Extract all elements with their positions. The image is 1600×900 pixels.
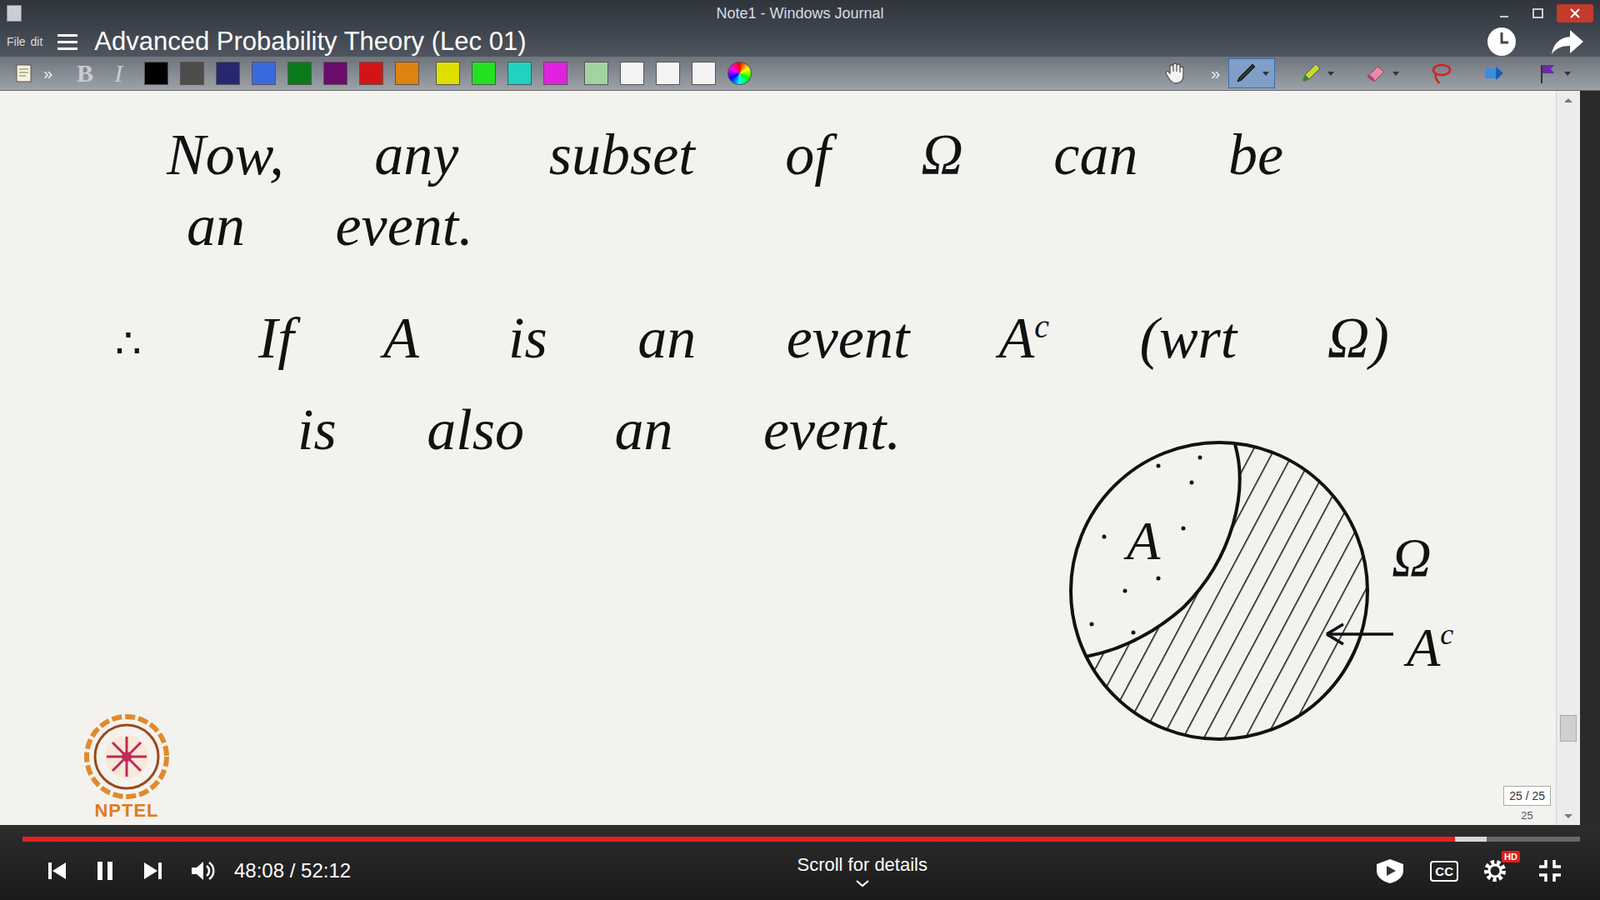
svg-text:A: A — [1123, 510, 1161, 571]
color-swatch[interactable] — [251, 61, 276, 85]
highlighter-icon — [1299, 61, 1323, 85]
color-swatch[interactable] — [435, 61, 460, 85]
new-note-icon[interactable] — [13, 62, 35, 85]
vertical-scrollbar[interactable] — [1555, 90, 1580, 825]
color-swatch[interactable] — [655, 61, 680, 85]
restore-icon[interactable] — [1523, 4, 1552, 23]
quality-badge: HD — [1501, 850, 1520, 863]
handwritten-line: Now, any subset of Ω can be — [0, 122, 1556, 187]
progress-bar[interactable] — [22, 836, 1580, 842]
color-swatch[interactable] — [359, 61, 384, 85]
color-swatch[interactable] — [215, 61, 240, 85]
exit-fullscreen-icon[interactable] — [1536, 857, 1564, 885]
video-player[interactable]: Note1 - Windows Journal Filedit Advanced… — [0, 0, 1600, 900]
toolbar-more[interactable]: » — [43, 64, 53, 84]
svg-text:Ac: Ac — [1403, 616, 1454, 678]
journal-icon — [6, 5, 22, 22]
menu-item[interactable]: dit — [29, 35, 45, 49]
color-picker-icon[interactable] — [727, 61, 752, 85]
insert-space-icon — [1482, 61, 1506, 85]
hand-tool[interactable] — [1157, 58, 1193, 89]
share-icon[interactable] — [1550, 26, 1585, 57]
nptel-emblem-icon — [83, 713, 170, 800]
handwritten-line: is also an event. — [0, 397, 1556, 462]
hamburger-icon[interactable] — [55, 31, 81, 52]
window-titlebar: Note1 - Windows Journal — [0, 0, 1600, 27]
color-swatch[interactable] — [620, 61, 645, 85]
page-thumb-label: 25 — [1520, 809, 1533, 822]
italic-button[interactable]: I — [105, 59, 131, 88]
captions-button[interactable]: CC — [1430, 860, 1459, 882]
color-swatch[interactable] — [144, 61, 169, 85]
handwritten-line: ∴If A is an event Ac (wrt Ω) — [0, 305, 1556, 370]
lasso-tool[interactable] — [1423, 58, 1459, 89]
settings-button[interactable]: HD — [1481, 857, 1514, 885]
scroll-thumb[interactable] — [1560, 715, 1577, 742]
color-swatch[interactable] — [507, 61, 532, 85]
window-title: Note1 - Windows Journal — [0, 5, 1600, 23]
color-swatch[interactable] — [323, 61, 348, 85]
lasso-icon — [1429, 61, 1453, 85]
eraser-icon — [1364, 61, 1388, 85]
color-swatch[interactable] — [471, 61, 496, 85]
miniplayer-icon[interactable] — [1373, 857, 1407, 885]
time-display: 48:08 / 52:12 — [234, 859, 351, 883]
venn-diagram: A Ω Ac — [1033, 432, 1500, 750]
flag-tool[interactable] — [1530, 58, 1577, 89]
minimize-icon[interactable] — [1490, 4, 1519, 23]
scroll-hint[interactable]: Scroll for details — [796, 854, 928, 888]
nptel-logo: NPTEL — [83, 713, 170, 822]
handwritten-line: an event. — [0, 193, 1556, 258]
next-icon[interactable] — [140, 858, 166, 884]
bold-button[interactable]: B — [72, 59, 98, 88]
previous-icon[interactable] — [44, 858, 70, 884]
scroll-down-icon[interactable] — [1556, 806, 1580, 825]
page-counter: 25 / 25 — [1503, 785, 1551, 806]
video-title[interactable]: Advanced Probability Theory (Lec 01) — [94, 26, 526, 57]
insert-tool[interactable] — [1476, 58, 1512, 89]
chevron-down-icon — [855, 879, 870, 888]
color-swatch[interactable] — [691, 61, 716, 85]
hand-icon — [1163, 61, 1187, 85]
highlighter-tool[interactable] — [1293, 58, 1340, 89]
watch-later-icon[interactable] — [1485, 25, 1519, 59]
toolbar-more[interactable]: » — [1210, 64, 1220, 84]
color-swatch[interactable] — [287, 61, 312, 85]
color-swatch[interactable] — [543, 61, 568, 85]
pause-icon[interactable] — [92, 858, 118, 884]
svg-text:Ω: Ω — [1391, 526, 1432, 588]
volume-icon[interactable] — [189, 858, 218, 884]
toolbar: » B I » — [0, 56, 1600, 91]
scroll-up-icon[interactable] — [1556, 90, 1580, 110]
note-page[interactable]: Now, any subset of Ω can bean event. ∴If … — [0, 90, 1556, 825]
color-swatch[interactable] — [584, 61, 609, 85]
flag-icon — [1535, 61, 1560, 85]
close-icon[interactable] — [1556, 4, 1594, 23]
eraser-tool[interactable] — [1358, 58, 1405, 89]
color-swatch[interactable] — [395, 61, 420, 85]
pen-tool[interactable] — [1228, 58, 1275, 89]
pen-icon — [1234, 61, 1258, 85]
menu-item[interactable]: File — [5, 35, 28, 49]
color-swatch[interactable] — [180, 61, 205, 85]
